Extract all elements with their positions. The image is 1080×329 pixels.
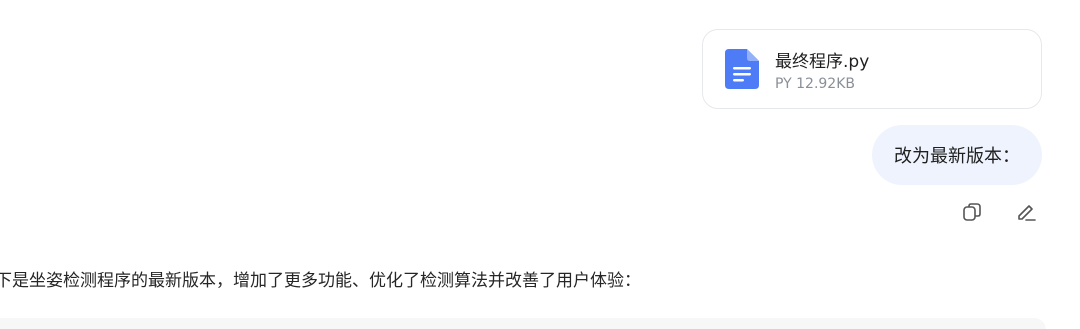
assistant-message-text: 下是坐姿检测程序的最新版本，增加了更多功能、优化了检测算法并改善了用户体验：	[0, 271, 641, 291]
user-message-text: 改为最新版本：	[894, 146, 1020, 167]
edit-button[interactable]	[1014, 200, 1038, 224]
user-message-bubble: 改为最新版本：	[872, 125, 1042, 185]
copy-button[interactable]	[960, 200, 984, 224]
file-attachment-card[interactable]: 最终程序.py PY 12.92KB	[702, 29, 1042, 109]
edit-icon	[1018, 205, 1036, 221]
chat-canvas: 最终程序.py PY 12.92KB 改为最新版本： 下是坐姿检测程序的最新版本…	[0, 0, 1080, 329]
file-meta: PY 12.92KB	[775, 76, 856, 92]
message-actions	[960, 200, 1038, 224]
code-block	[0, 318, 1046, 329]
copy-icon	[963, 203, 981, 221]
document-icon	[725, 49, 759, 89]
file-name: 最终程序.py	[775, 52, 870, 72]
